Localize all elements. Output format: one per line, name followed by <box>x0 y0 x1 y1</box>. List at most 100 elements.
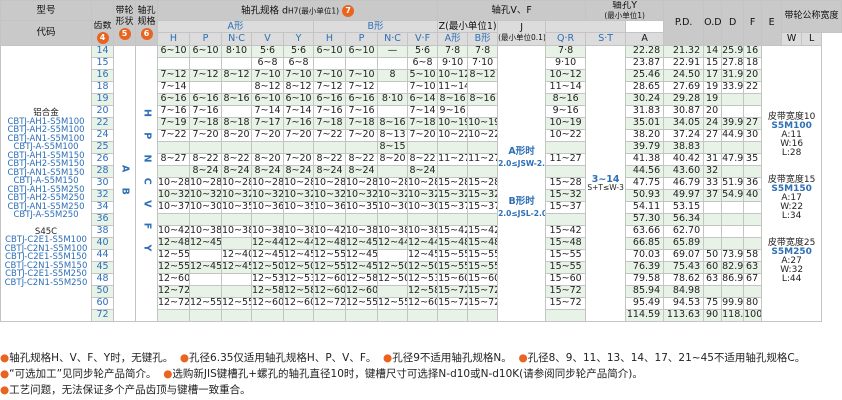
bore-qr-cell: 10~12 <box>545 68 587 82</box>
bore-vf-cell: 8~16 <box>437 92 469 106</box>
group-b-header: B形 <box>312 19 439 34</box>
bore-vf-cell: 15~72 <box>467 284 499 298</box>
bore-cell: 8~15 <box>377 140 408 154</box>
col-a-y: Y <box>283 32 314 46</box>
bore-cell <box>406 212 439 226</box>
bore-cell: 12~55 <box>221 296 252 310</box>
bore-cell: 7~10 <box>313 68 346 82</box>
bore-cell: 6~16 <box>345 92 378 106</box>
bore-cell <box>345 308 378 322</box>
teeth-count: 30 <box>91 176 114 190</box>
d-value: 15 <box>703 56 723 70</box>
pd-value: 31.83 <box>625 104 665 118</box>
bore-qr-cell: 9·10 <box>545 56 587 70</box>
od-value: 56.34 <box>663 212 705 226</box>
st-sub: S+T≤W-3 <box>587 183 624 192</box>
belt-width-code: S5M150 <box>771 183 812 194</box>
bore-cell: 8~12 <box>221 68 252 82</box>
bore-cell <box>377 104 408 118</box>
f-value: 73.9 <box>721 248 745 262</box>
od-value: 78.62 <box>663 272 705 286</box>
teeth-count: 48 <box>91 272 114 286</box>
pd-value: 47.75 <box>625 176 665 190</box>
f-value: 33.9 <box>721 80 745 94</box>
bore-qr-cell <box>545 140 587 154</box>
bore-cell <box>377 308 408 322</box>
bore-cell: 8~12 <box>283 80 314 94</box>
bore-cell: 10~38 <box>189 224 222 238</box>
pd-value: 63.66 <box>625 224 665 238</box>
bore-cell: 7~18 <box>313 116 346 130</box>
od-value: 65.89 <box>663 236 705 250</box>
bore-cell: 12~45 <box>251 248 284 262</box>
e-value: 16 <box>743 44 763 58</box>
bore-qr-cell: 15~72 <box>545 284 587 298</box>
bore-cell: 12~44 <box>251 236 284 250</box>
group-a-header: A形 <box>157 19 314 34</box>
bore-cell <box>189 308 222 322</box>
belt-width-column: 皮带宽度10 S5M100 A:11 W:16 L:28 皮带宽度15 S5M150 A:17… <box>761 44 823 322</box>
bore-qr-cell: 11~14 <box>545 80 587 94</box>
belt-width-code: S5M250 <box>771 246 812 257</box>
bore-vf-cell: 15~37 <box>437 200 469 214</box>
bore-vf-cell: 15~32 <box>437 188 469 202</box>
code-steel: CBTJ-C2N1-S5M250 <box>4 277 88 288</box>
bore-cell: 6~16 <box>313 92 346 106</box>
bore-cell: 12~44 <box>406 236 439 250</box>
teeth-count: 15 <box>91 56 114 70</box>
od-value: 113.63 <box>663 308 705 322</box>
bore-qr-cell <box>545 308 587 322</box>
code-al: CBTJ-A-S5M250 <box>13 210 79 220</box>
bore-cell: 10~38 <box>283 224 314 238</box>
bore-vf-cell: 15~48 <box>467 236 499 250</box>
z-b-text: B形时 <box>508 196 535 207</box>
bore-vf-cell: 10~22 <box>437 128 469 142</box>
bore-cell: 12~72 <box>157 284 190 298</box>
pd-value: 23.87 <box>625 56 665 70</box>
col-bw-w: W <box>781 32 803 46</box>
belt-shape-num: 5 <box>118 27 131 40</box>
teeth-count: 32 <box>91 188 114 202</box>
d-header: D <box>721 0 745 46</box>
bore-qr-cell: 15~72 <box>545 296 587 310</box>
bore-vf-cell: 15~28 <box>467 176 499 190</box>
bore-cell: 7~20 <box>251 128 284 142</box>
e-value: 18 <box>743 56 763 70</box>
teeth-count: 38 <box>91 224 114 238</box>
bore-qr-cell: 15~60 <box>545 272 587 286</box>
od-value: 37.24 <box>663 128 705 142</box>
bore-vf-cell: 10~19 <box>467 116 499 130</box>
col-bw-a: A <box>625 32 665 46</box>
bore-cell <box>189 56 222 70</box>
pd-value: 25.46 <box>625 68 665 82</box>
bore-cell <box>283 140 314 154</box>
bore-cell: 12~45 <box>283 248 314 262</box>
od-value: 46.79 <box>663 176 705 190</box>
pd-value: 57.30 <box>625 212 665 226</box>
col-b-vf: V·F <box>406 32 439 46</box>
bore-cell <box>221 104 252 118</box>
bore-cell: 12~45 <box>345 236 378 250</box>
bore-cell <box>377 212 408 226</box>
bore-cell: 7~18 <box>406 116 439 130</box>
e-value: 40 <box>743 188 763 202</box>
od-value: 24.50 <box>663 68 705 82</box>
j-header: J (最小单位0.1) <box>497 20 547 46</box>
bore-vf-cell <box>467 140 499 154</box>
bore-vf-cell: 15~42 <box>437 224 469 238</box>
teeth-count: 18 <box>91 80 114 94</box>
belt-shape-values: A B <box>113 44 136 322</box>
bore-cell: 10~38 <box>221 224 252 238</box>
bore-cell: 12~58 <box>251 284 284 298</box>
d-value <box>703 236 723 250</box>
bore-qr-cell: 15~48 <box>545 236 587 250</box>
col-a-v: V <box>251 32 284 46</box>
bore-cell: 12~45 <box>221 260 252 274</box>
d-value: 24 <box>703 116 723 130</box>
bore-cell <box>221 236 252 250</box>
teeth-count: 22 <box>91 116 114 130</box>
pd-value: 79.58 <box>625 272 665 286</box>
e-value <box>743 104 763 118</box>
f-value: 118.9 <box>721 308 745 322</box>
bore-qr-cell: 15~55 <box>545 248 587 262</box>
